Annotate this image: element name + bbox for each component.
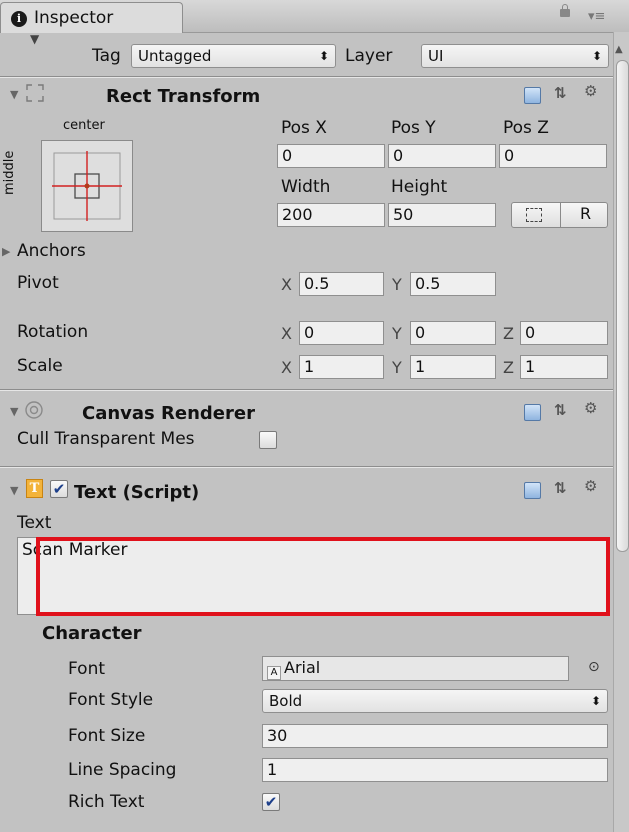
- anchors-foldout-arrow-icon[interactable]: ▶: [2, 245, 10, 258]
- gear-icon[interactable]: ⚙: [584, 399, 597, 417]
- button-separator: [560, 203, 561, 227]
- pos-y-label: Pos Y: [391, 118, 436, 138]
- tab-inspector[interactable]: i Inspector: [0, 2, 183, 33]
- rect-transform-icon: [24, 82, 46, 104]
- anchor-preset-icon: [52, 151, 122, 221]
- font-label: Font: [68, 659, 106, 679]
- inspector-tab-bar: i Inspector ▾≡: [0, 0, 629, 33]
- scale-x-field[interactable]: 1: [299, 355, 384, 379]
- character-section-label: Character: [42, 623, 142, 644]
- font-size-field[interactable]: 30: [262, 724, 608, 748]
- scale-y-axis-label: Y: [392, 358, 402, 377]
- line-spacing-field[interactable]: 1: [262, 758, 608, 782]
- pos-y-field[interactable]: 0: [388, 144, 496, 168]
- font-style-value: Bold: [269, 692, 303, 710]
- height-field[interactable]: 50: [388, 203, 496, 227]
- scale-y-field[interactable]: 1: [410, 355, 496, 379]
- foldout-arrow-icon[interactable]: ▼: [10, 484, 18, 497]
- width-label: Width: [281, 177, 331, 197]
- text-script-title[interactable]: Text (Script): [74, 482, 199, 503]
- canvas-renderer-icon: [24, 400, 44, 420]
- lock-icon[interactable]: [560, 4, 570, 17]
- rotation-z-axis-label: Z: [503, 324, 514, 343]
- foldout-arrow-icon[interactable]: ▼: [10, 88, 18, 101]
- cull-transparent-checkbox[interactable]: [259, 431, 277, 449]
- preset-icon[interactable]: ⇅: [554, 479, 567, 497]
- layer-label: Layer: [345, 46, 393, 66]
- scroll-up-arrow-icon[interactable]: ▲: [615, 44, 623, 55]
- divider: [0, 467, 613, 468]
- blueprint-icon[interactable]: [526, 208, 542, 222]
- pivot-x-axis-label: X: [281, 275, 292, 294]
- anchor-presets-button[interactable]: [41, 140, 133, 232]
- gear-icon[interactable]: ⚙: [584, 82, 597, 100]
- scale-label: Scale: [17, 356, 63, 376]
- help-book-icon[interactable]: [524, 87, 541, 104]
- gear-icon[interactable]: ⚙: [584, 477, 597, 495]
- divider: [0, 77, 613, 78]
- dropdown-arrow-icon: ⬍: [318, 49, 329, 63]
- scale-z-field[interactable]: 1: [520, 355, 608, 379]
- dropdown-arrow-icon: ⬍: [590, 694, 601, 708]
- rotation-x-field[interactable]: 0: [299, 321, 384, 345]
- pivot-y-field[interactable]: 0.5: [410, 272, 496, 296]
- divider: [0, 390, 613, 391]
- cull-transparent-label: Cull Transparent Mes: [17, 429, 195, 449]
- layer-dropdown-value: UI: [428, 47, 444, 65]
- help-book-icon[interactable]: [524, 404, 541, 421]
- text-script-icon: T: [26, 479, 43, 498]
- font-object-field[interactable]: A Arial: [262, 656, 569, 681]
- scale-x-axis-label: X: [281, 358, 292, 377]
- text-field-label: Text: [17, 513, 52, 533]
- scrollbar-thumb[interactable]: [616, 60, 629, 552]
- anchor-horizontal-label: center: [63, 118, 105, 133]
- tag-dropdown-value: Untagged: [138, 47, 212, 65]
- anchors-label[interactable]: Anchors: [17, 241, 86, 261]
- text-component-enabled-checkbox[interactable]: ✔: [50, 480, 68, 498]
- rotation-y-field[interactable]: 0: [410, 321, 496, 345]
- tag-label: Tag: [92, 46, 121, 66]
- help-book-icon[interactable]: [524, 482, 541, 499]
- pos-z-field[interactable]: 0: [499, 144, 607, 168]
- height-label: Height: [391, 177, 448, 197]
- rotation-label: Rotation: [17, 322, 89, 342]
- pivot-label: Pivot: [17, 273, 59, 293]
- scale-z-axis-label: Z: [503, 358, 514, 377]
- pos-x-label: Pos X: [281, 118, 327, 138]
- dropdown-arrow-icon: ⬍: [591, 49, 602, 63]
- foldout-arrow-icon[interactable]: ▼: [10, 405, 18, 418]
- pos-x-field[interactable]: 0: [277, 144, 385, 168]
- preset-icon[interactable]: ⇅: [554, 84, 567, 102]
- width-field[interactable]: 200: [277, 203, 385, 227]
- anchor-vertical-label: middle: [2, 150, 17, 195]
- rich-text-label: Rich Text: [68, 792, 145, 812]
- font-size-label: Font Size: [68, 726, 146, 746]
- rotation-z-field[interactable]: 0: [520, 321, 608, 345]
- tag-dropdown[interactable]: Untagged ⬍: [131, 44, 336, 68]
- canvas-renderer-title[interactable]: Canvas Renderer: [82, 403, 255, 424]
- font-asset-icon: A: [267, 666, 281, 680]
- font-value: Arial: [284, 658, 321, 677]
- raw-edit-button[interactable]: R: [580, 204, 591, 223]
- tab-inspector-label: Inspector: [34, 8, 114, 28]
- preset-icon[interactable]: ⇅: [554, 401, 567, 419]
- rotation-y-axis-label: Y: [392, 324, 402, 343]
- rect-transform-title[interactable]: Rect Transform: [106, 86, 260, 107]
- highlight-box: [36, 537, 610, 616]
- font-style-label: Font Style: [68, 690, 154, 710]
- line-spacing-label: Line Spacing: [68, 760, 177, 780]
- info-icon: i: [11, 11, 27, 27]
- pos-z-label: Pos Z: [503, 118, 549, 138]
- object-picker-icon[interactable]: ⊙: [588, 659, 600, 675]
- layer-dropdown[interactable]: UI ⬍: [421, 44, 609, 68]
- blueprint-raw-buttons: R: [511, 202, 608, 228]
- font-style-dropdown[interactable]: Bold ⬍: [262, 689, 608, 713]
- pivot-x-field[interactable]: 0.5: [299, 272, 384, 296]
- collapse-arrow-icon[interactable]: ▼: [30, 32, 39, 46]
- rich-text-checkbox[interactable]: ✔: [262, 793, 280, 811]
- pivot-y-axis-label: Y: [392, 275, 402, 294]
- menu-icon[interactable]: ▾≡: [588, 9, 605, 24]
- rotation-x-axis-label: X: [281, 324, 292, 343]
